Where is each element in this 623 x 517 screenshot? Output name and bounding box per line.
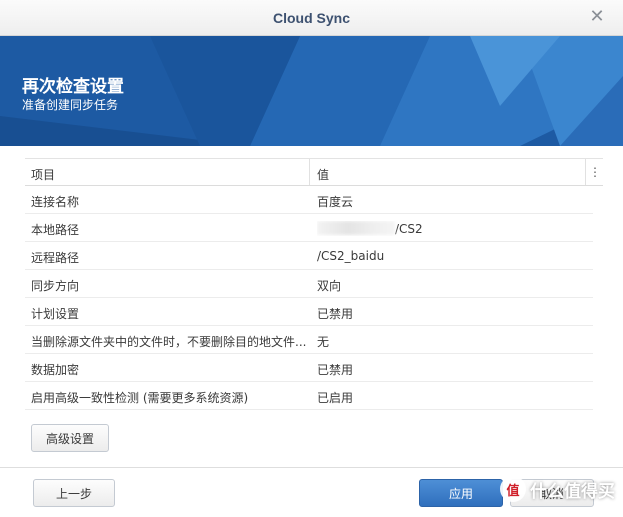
row-key: 连接名称 [31, 195, 80, 209]
row-value: /CS2_baidu [317, 249, 385, 263]
row-value-text: /CS2 [395, 222, 423, 236]
column-menu-icon[interactable]: ⋮ [589, 165, 601, 179]
table-header: 项目 值 ⋮ [25, 158, 603, 186]
row-value: /CS2 [317, 221, 587, 236]
row-key: 同步方向 [31, 279, 80, 293]
row-value: 百度云 [317, 195, 354, 209]
row-key: 计划设置 [31, 307, 80, 321]
table-row: 计划设置 已禁用 [25, 298, 593, 326]
column-divider[interactable] [309, 159, 310, 185]
advanced-settings-button[interactable]: 高级设置 [31, 424, 109, 452]
table-row: 数据加密 已禁用 [25, 354, 593, 382]
footer-divider [0, 467, 623, 468]
title-bar: Cloud Sync ✕ [0, 0, 623, 36]
row-key: 启用高级一致性检测 (需要更多系统资源) [31, 391, 249, 405]
row-value: 已禁用 [317, 307, 354, 321]
banner-subtitle: 准备创建同步任务 [22, 98, 119, 112]
table-row: 当删除源文件夹中的文件时，不要删除目的地文件... 无 [25, 326, 593, 354]
apply-button[interactable]: 应用 [419, 479, 503, 507]
column-header-value[interactable]: 值 [317, 166, 329, 183]
row-key: 远程路径 [31, 251, 80, 265]
watermark-text: 什么值得买 [530, 481, 615, 502]
row-value: 已启用 [317, 391, 354, 405]
table-row: 启用高级一致性检测 (需要更多系统资源) 已启用 [25, 382, 593, 410]
row-key: 当删除源文件夹中的文件时，不要删除目的地文件... [31, 335, 307, 349]
row-key: 本地路径 [31, 223, 80, 237]
header-banner: 再次检查设置 准备创建同步任务 [0, 36, 623, 146]
row-key: 数据加密 [31, 363, 80, 377]
watermark: 值 什么值得买 [500, 476, 615, 502]
table-row: 连接名称 百度云 [25, 186, 593, 214]
column-header-key[interactable]: 项目 [31, 166, 55, 183]
watermark-badge: 值 [500, 476, 526, 502]
previous-button[interactable]: 上一步 [33, 479, 115, 507]
table-row: 本地路径 /CS2 [25, 214, 593, 242]
window-title: Cloud Sync [272, 10, 350, 26]
table-row: 远程路径 /CS2_baidu [25, 242, 593, 270]
row-value: 双向 [317, 279, 342, 293]
table-row: 同步方向 双向 [25, 270, 593, 298]
summary-table: 项目 值 ⋮ 连接名称 百度云 本地路径 /CS2 远程路径 /CS2_baid… [25, 158, 603, 410]
column-divider[interactable] [585, 159, 586, 185]
row-value: 已禁用 [317, 363, 354, 377]
banner-title: 再次检查设置 [22, 77, 124, 97]
close-icon[interactable]: ✕ [587, 7, 607, 27]
row-value: 无 [317, 335, 330, 349]
redacted-path [317, 221, 395, 235]
